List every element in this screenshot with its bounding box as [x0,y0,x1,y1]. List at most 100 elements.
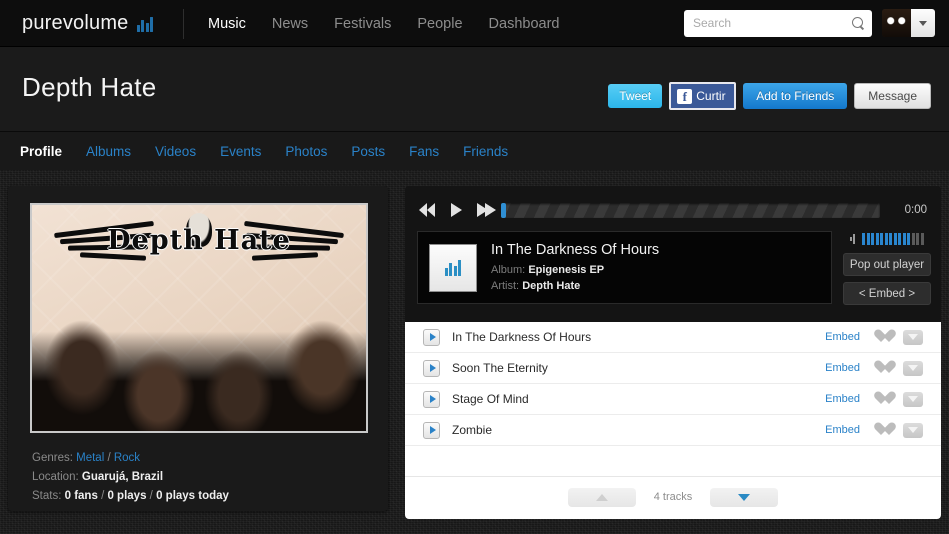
track-list: In The Darkness Of Hours Embed Soon The … [405,322,941,519]
tab-friends[interactable]: Friends [463,144,508,159]
track-embed-link[interactable]: Embed [825,362,860,374]
artist-value: Depth Hate [522,279,581,292]
avatar[interactable] [882,9,911,37]
progress-bar[interactable] [501,203,880,218]
profile-panel: Depth Hate Genres: Metal / Rock Location… [8,186,388,511]
facebook-icon: f [677,88,693,104]
account-menu[interactable] [882,9,935,37]
brand-logo[interactable]: purevolume [22,12,154,35]
heart-icon[interactable] [874,330,889,344]
tab-events[interactable]: Events [220,144,261,159]
chevron-down-icon [919,20,927,26]
track-embed-link[interactable]: Embed [825,331,860,343]
profile-info: Genres: Metal / Rock Location: Guarujá, … [32,449,229,506]
play-icon[interactable] [423,359,440,377]
message-button[interactable]: Message [854,83,931,109]
music-player: 0:00 In The Darkness Of Hours Album: Epi… [405,186,941,322]
artist-label: Artist: [491,279,520,292]
tab-albums[interactable]: Albums [86,144,131,159]
nav-item-music[interactable]: Music [208,16,246,32]
fast-forward-icon[interactable] [477,202,496,218]
genres-separator: / [107,452,111,464]
social-actions: Tweet f Curtir Add to Friends Message [608,82,931,110]
download-icon[interactable] [903,391,923,407]
track-list-empty-row [405,446,941,477]
brand-name: purevolume [22,12,129,34]
track-title: Zombie [452,423,493,437]
triangle-up-icon [595,493,608,501]
stats-separator-2: / [149,490,153,502]
genre-link-metal[interactable]: Metal [76,452,104,464]
stats-fans: 0 fans [64,490,98,502]
table-row[interactable]: In The Darkness Of Hours Embed [405,322,941,353]
heart-icon[interactable] [874,361,889,375]
track-title: In The Darkness Of Hours [452,330,592,344]
nav-item-news[interactable]: News [272,16,308,32]
album-art-placeholder [429,243,477,292]
tab-photos[interactable]: Photos [285,144,327,159]
now-playing-card: In The Darkness Of Hours Album: Epigenes… [417,231,832,304]
download-icon[interactable] [903,329,923,345]
band-logo-text: Depth Hate [107,225,291,256]
table-row[interactable]: Stage Of Mind Embed [405,384,941,415]
location-label: Location: [32,471,79,483]
nav-item-people[interactable]: People [417,16,462,32]
stats-label: Stats: [32,490,62,502]
play-icon[interactable] [448,202,466,218]
album-value: Epigenesis EP [528,263,605,276]
player-transport-controls [419,202,496,218]
band-photo[interactable]: Depth Hate [30,203,368,433]
volume-control[interactable] [843,232,931,246]
table-row[interactable]: Zombie Embed [405,415,941,446]
stats-plays-today: 0 plays today [156,490,229,502]
tweet-button[interactable]: Tweet [608,84,663,108]
artist-header: Depth Hate Tweet f Curtir Add to Friends… [0,47,949,132]
album-label: Album: [491,263,526,276]
playback-time: 0:00 [904,204,927,216]
speaker-icon [850,234,859,244]
nav-item-festivals[interactable]: Festivals [334,16,391,32]
progress-track[interactable] [501,203,880,218]
download-icon[interactable] [903,422,923,438]
genres-row: Genres: Metal / Rock [32,449,229,468]
now-playing-title: In The Darkness Of Hours [491,241,660,258]
add-to-friends-button[interactable]: Add to Friends [743,83,848,109]
rewind-icon[interactable] [419,202,437,218]
track-embed-link[interactable]: Embed [825,393,860,405]
search-box[interactable] [684,9,872,37]
stats-separator-1: / [101,490,105,502]
embed-player-button[interactable]: < Embed > [843,282,931,305]
nav-item-dashboard[interactable]: Dashboard [489,16,560,32]
play-icon[interactable] [423,328,440,346]
pop-out-player-button[interactable]: Pop out player [843,253,931,276]
tab-videos[interactable]: Videos [155,144,196,159]
account-dropdown-button[interactable] [911,9,935,37]
previous-page-button[interactable] [567,487,636,507]
facebook-like-button[interactable]: f Curtir [669,82,737,110]
track-embed-link[interactable]: Embed [825,424,860,436]
next-page-button[interactable] [710,487,779,507]
progress-thumb[interactable] [501,203,506,218]
band-logo: Depth Hate [32,213,366,283]
volume-level-bars[interactable] [862,233,924,245]
heart-icon[interactable] [874,423,889,437]
download-icon[interactable] [903,360,923,376]
play-icon[interactable] [423,390,440,408]
tab-profile[interactable]: Profile [20,144,62,159]
table-row[interactable]: Soon The Eternity Embed [405,353,941,384]
nav-divider [183,8,185,39]
play-icon[interactable] [423,421,440,439]
stats-plays: 0 plays [107,490,147,502]
heart-icon[interactable] [874,392,889,406]
genre-link-rock[interactable]: Rock [114,452,140,464]
track-count-label: 4 tracks [653,491,693,503]
location-row: Location: Guarujá, Brazil [32,468,229,487]
tab-posts[interactable]: Posts [351,144,385,159]
tab-fans[interactable]: Fans [409,144,439,159]
search-icon[interactable] [852,16,865,30]
location-value: Guarujá, Brazil [81,471,164,483]
profile-tabs: Profile Albums Videos Events Photos Post… [0,132,949,170]
genres-label: Genres: [32,452,73,464]
search-input[interactable] [693,16,852,30]
bar-chart-icon [136,16,154,32]
